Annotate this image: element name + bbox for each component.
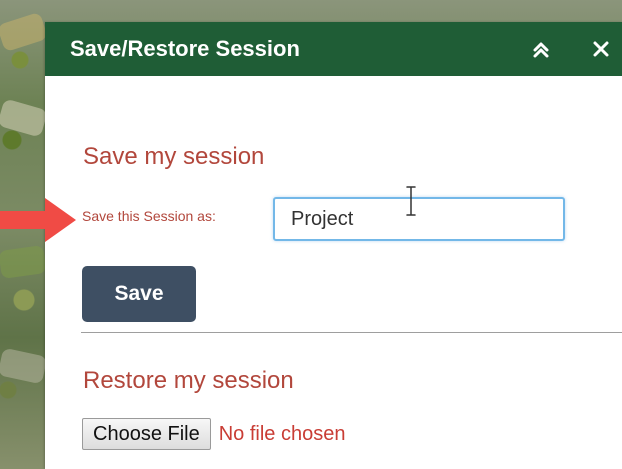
section-divider [81, 332, 622, 333]
map-background-field [0, 98, 48, 138]
map-background-road [0, 11, 49, 53]
file-status-text: No file chosen [218, 422, 346, 445]
close-icon [593, 41, 609, 57]
save-session-button[interactable]: Save [82, 266, 196, 322]
map-background-road [0, 347, 48, 385]
session-name-label: Save this Session as: [82, 208, 216, 224]
double-chevron-up-icon [533, 42, 549, 58]
save-session-heading: Save my session [83, 143, 265, 170]
close-panel-button[interactable] [587, 35, 615, 63]
choose-file-button[interactable]: Choose File [82, 418, 211, 450]
restore-file-picker: Choose File No file chosen [82, 417, 345, 451]
session-name-input[interactable] [273, 197, 565, 241]
collapse-panel-button[interactable] [527, 35, 555, 63]
restore-session-heading: Restore my session [83, 367, 294, 394]
save-restore-session-panel: Save/Restore Session Save my session Sav… [45, 22, 622, 469]
panel-header: Save/Restore Session [45, 22, 622, 76]
map-background-vegetation [0, 245, 47, 279]
panel-title: Save/Restore Session [70, 36, 300, 61]
